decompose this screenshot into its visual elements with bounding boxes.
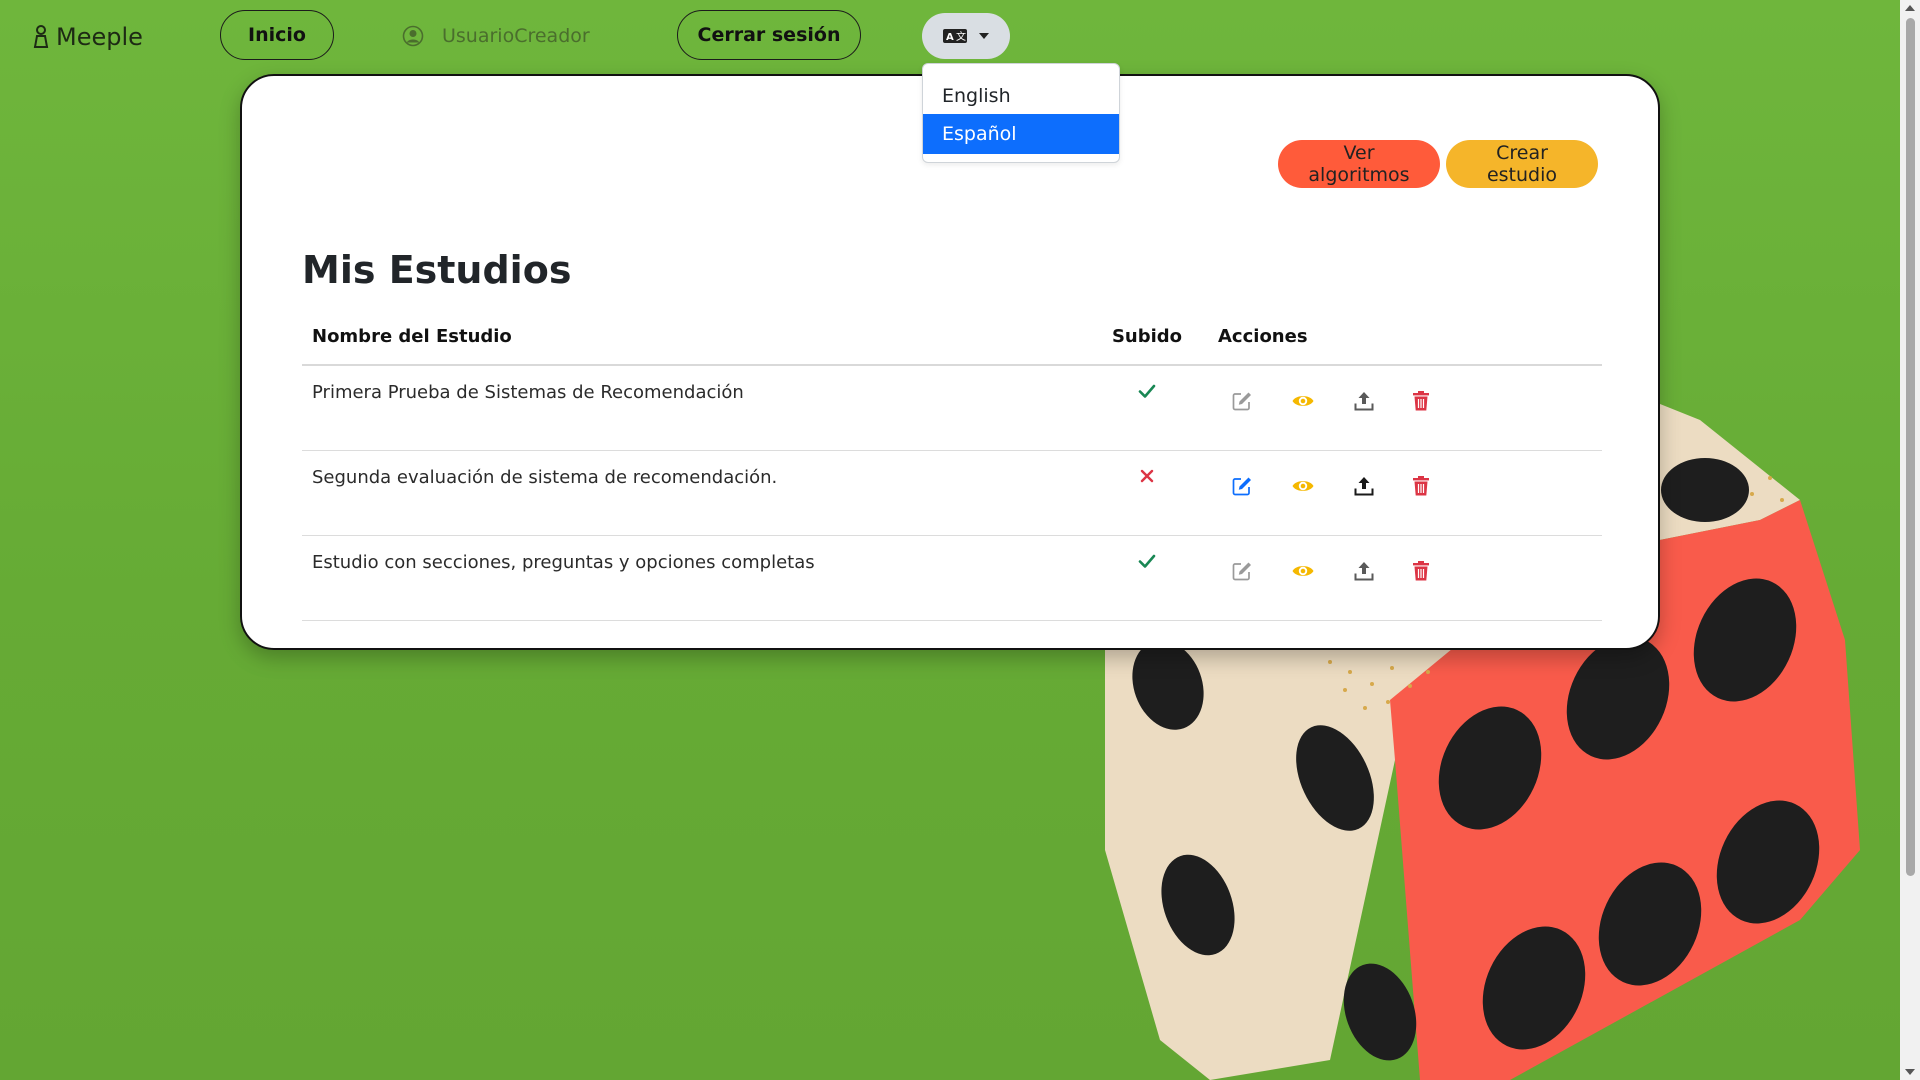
scrollbar-thumb[interactable] xyxy=(1906,18,1915,876)
brand[interactable]: Meeple xyxy=(32,20,143,54)
upload-icon[interactable] xyxy=(1352,559,1376,583)
actions-cell xyxy=(1208,450,1602,536)
table-row: Estudio con secciones, preguntas y opcio… xyxy=(302,535,1602,621)
check-icon xyxy=(1136,554,1158,577)
svg-text:A: A xyxy=(946,32,954,43)
actions-cell xyxy=(1208,535,1602,621)
table-header-row: Nombre del Estudio Subido Acciones xyxy=(302,308,1602,366)
study-name: Primera Prueba de Sistemas de Recomendac… xyxy=(302,365,1086,451)
username: UsuarioCreador xyxy=(442,25,590,47)
meeple-icon xyxy=(33,25,49,48)
table-row: Primera Prueba de Sistemas de Recomendac… xyxy=(302,365,1602,451)
study-name: Segunda evaluación de sistema de recomen… xyxy=(302,450,1086,536)
uploaded-cell xyxy=(1086,365,1208,451)
edit-icon[interactable] xyxy=(1230,389,1254,413)
row-actions xyxy=(1218,536,1592,606)
studies-table: Nombre del Estudio Subido Acciones Prime… xyxy=(302,308,1602,621)
header-name: Nombre del Estudio xyxy=(302,308,1086,366)
create-study-button[interactable]: Crear estudio xyxy=(1446,140,1598,188)
svg-text:文: 文 xyxy=(956,30,966,43)
header-actions: Acciones xyxy=(1208,308,1602,366)
delete-icon[interactable] xyxy=(1409,474,1433,498)
row-actions xyxy=(1218,366,1592,436)
home-button[interactable]: Inicio xyxy=(220,10,334,60)
logout-button[interactable]: Cerrar sesión xyxy=(677,10,861,60)
scroll-up-arrow-icon[interactable] xyxy=(1905,5,1915,11)
user-avatar-icon xyxy=(402,25,424,47)
scrollbar[interactable] xyxy=(1900,0,1920,1080)
navbar: Meeple Inicio UsuarioCreador Cerrar sesi… xyxy=(0,0,1900,72)
scroll-down-arrow-icon[interactable] xyxy=(1905,1069,1915,1075)
uploaded-cell xyxy=(1086,535,1208,621)
actions-cell xyxy=(1208,365,1602,451)
upload-icon[interactable] xyxy=(1352,474,1376,498)
view-algorithms-button[interactable]: Ver algoritmos xyxy=(1278,140,1440,188)
row-actions xyxy=(1218,451,1592,521)
language-option-english[interactable]: English xyxy=(923,76,1119,116)
delete-icon[interactable] xyxy=(1409,389,1433,413)
cross-icon xyxy=(1136,469,1158,492)
page-title: Mis Estudios xyxy=(302,248,572,292)
language-option-spanish[interactable]: Español xyxy=(923,114,1119,154)
language-icon: A 文 xyxy=(943,29,967,43)
language-toggle[interactable]: A 文 xyxy=(922,13,1010,59)
card-actions: Ver algoritmos Crear estudio xyxy=(1278,140,1598,188)
uploaded-cell xyxy=(1086,450,1208,536)
view-icon[interactable] xyxy=(1291,389,1315,413)
language-dropdown: English Español xyxy=(922,63,1120,163)
brand-label: Meeple xyxy=(56,23,143,51)
user-info: UsuarioCreador xyxy=(402,22,590,50)
upload-icon[interactable] xyxy=(1352,389,1376,413)
edit-icon[interactable] xyxy=(1230,474,1254,498)
table-row: Segunda evaluación de sistema de recomen… xyxy=(302,450,1602,536)
edit-icon[interactable] xyxy=(1230,559,1254,583)
header-uploaded: Subido xyxy=(1086,308,1208,366)
delete-icon[interactable] xyxy=(1409,559,1433,583)
view-icon[interactable] xyxy=(1291,559,1315,583)
check-icon xyxy=(1136,384,1158,407)
view-icon[interactable] xyxy=(1291,474,1315,498)
study-name: Estudio con secciones, preguntas y opcio… xyxy=(302,535,1086,621)
caret-down-icon xyxy=(979,33,989,39)
